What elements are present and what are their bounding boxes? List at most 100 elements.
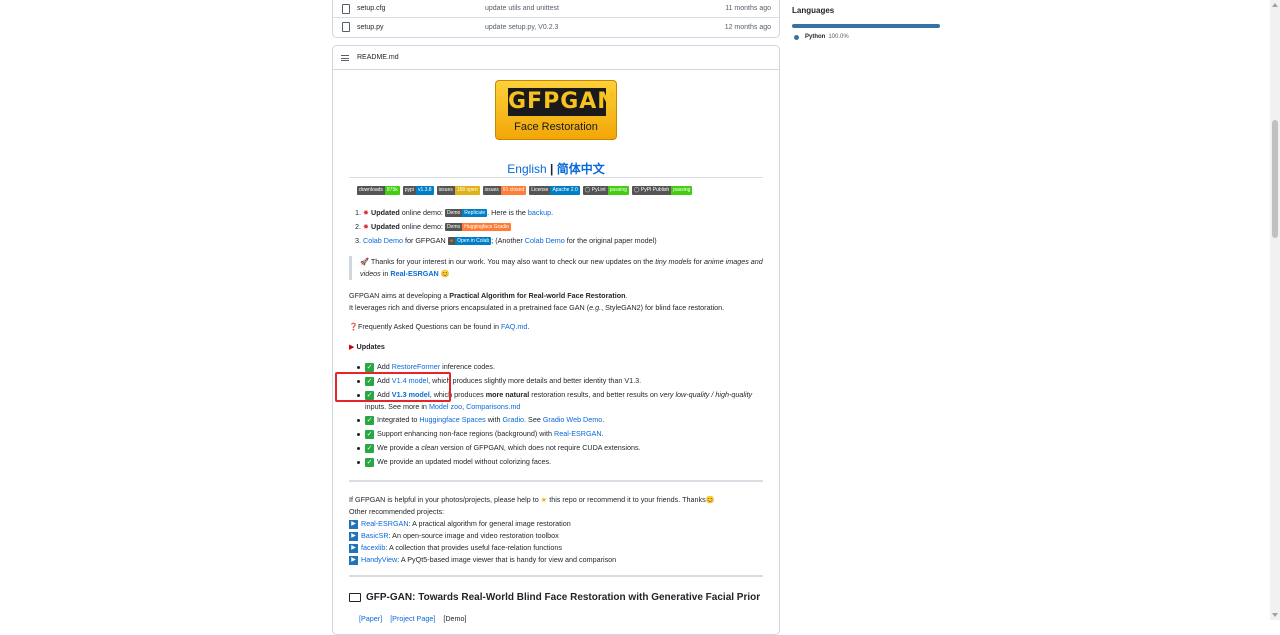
link-restoreformer[interactable]: RestoreFormer [392,362,440,371]
list-item: 2. ✸ Updated online demo: Demo Huggingfac… [355,222,511,232]
logo-main-text: GFPGAN [508,88,617,116]
link-paper[interactable]: [Paper] [359,614,382,623]
check-icon: ✓ [365,415,374,425]
link-comparisons[interactable]: Comparisons.md [466,402,520,411]
play-icon: ▶ [349,543,358,553]
link-gradio-demo[interactable]: Gradio Web Demo [543,415,602,424]
badge-demo-gradio[interactable]: Demo Huggingface Gradio [444,223,511,232]
gfpgan-logo: GFPGAN Face Restoration [495,80,617,140]
readme-filename: README.md [357,54,399,61]
paper-heading: GFP-GAN: Towards Real-World Blind Face R… [349,592,760,603]
list-item: ▶ facexlib: A collection that provides us… [349,542,769,554]
scroll-thumb[interactable] [1272,120,1278,238]
link-project[interactable]: HandyView [361,555,397,564]
play-icon: ▶ [349,519,358,529]
scroll-up-icon[interactable] [1272,3,1278,7]
list-item: ▶ Real-ESRGAN: A practical algorithm for … [349,518,769,530]
file-icon [342,22,350,32]
file-name[interactable]: setup.cfg [357,5,385,12]
link-english[interactable]: English [507,162,546,176]
file-row[interactable]: setup.py update setup.py, V0.2.3 12 mont… [333,18,779,36]
file-icon [342,4,350,14]
check-icon: ✓ [365,362,374,372]
badge-pylint[interactable]: ◯ PyLint passing [582,186,629,195]
badge-demo-replicate[interactable]: Demo Replicate [444,209,488,218]
projects-list: ▶ Real-ESRGAN: A practical algorithm for … [349,518,769,566]
flag-icon: ▶ [349,342,355,351]
file-name[interactable]: setup.py [357,24,383,31]
link-hf-spaces[interactable]: Huggingface Spaces [419,415,485,424]
badge-downloads[interactable]: downloads 875k [357,186,400,195]
python-dot-icon [794,34,799,40]
paper-links: [Paper] [Project Page] [Demo] [359,613,779,625]
list-item: ▶ BasicSR: An open-source image and video… [349,530,769,542]
play-icon: ▶ [349,555,358,565]
badge-issues-open[interactable]: issues 158 open [436,186,480,195]
boom-icon: ✸ [363,208,370,217]
list-item: 1. ✸ Updated online demo: Demo Replicate.… [355,208,554,218]
smile-icon: 😊 [440,269,450,278]
sidebar: Languages Python 100.0% [792,0,942,40]
badge-row: downloads 875k pypi v1.3.8 issues 158 open … [357,186,693,195]
link-gradio[interactable]: Gradio [502,415,524,424]
link-real-esrgan-2[interactable]: Real-ESRGAN [554,429,602,438]
link-project[interactable]: BasicSR [361,531,389,540]
divider [349,480,763,482]
languages-title: Languages [792,6,835,15]
link-project[interactable]: Real-ESRGAN [361,519,409,528]
scrollbar[interactable] [1270,0,1280,620]
highlight-box [335,372,451,402]
faq-paragraph: ❓Frequently Asked Questions can be found… [349,322,530,331]
boom-icon: ✸ [363,222,370,231]
file-row[interactable]: setup.cfg update utils and unittest 11 m… [333,0,779,18]
badge-issues-closed[interactable]: issues 91 closed [482,186,527,195]
badge-open-colab[interactable]: ∞ Open in Colab [447,237,492,246]
rocket-icon: 🚀 [360,257,369,266]
question-icon: ❓ [349,322,358,331]
list-item: ✓ Integrated to Huggingface Spaces with G… [357,413,767,427]
readme-header: README.md [333,46,779,70]
readme-panel: README.md GFPGAN Face Restoration Englis… [332,45,780,635]
commit-time: 11 months ago [725,5,771,12]
language-switch: English | 简体中文 [333,160,779,177]
scroll-down-icon[interactable] [1272,613,1278,617]
badge-pypi[interactable]: pypi v1.3.8 [402,186,434,195]
language-item[interactable]: Python 100.0% [792,34,942,40]
divider [349,177,763,178]
blockquote: 🚀 Thanks for your interest in our work. … [349,256,769,280]
link-faq[interactable]: FAQ.md [501,322,527,331]
link-project[interactable]: facexlib [361,543,385,552]
logo-sub-text: Face Restoration [514,121,598,133]
language-percent: 100.0% [828,34,849,40]
badge-pypi-publish[interactable]: ◯ PyPI Publish passing [631,186,693,195]
commit-message[interactable]: update utils and unittest [485,5,559,12]
list-item: ✓ Support enhancing non-face regions (bac… [357,427,767,441]
check-icon: ✓ [365,429,374,439]
check-icon: ✓ [365,443,374,453]
updates-heading: ▶ Updates [349,342,385,351]
link-chinese[interactable]: 简体中文 [557,162,605,176]
link-real-esrgan[interactable]: Real-ESRGAN [390,269,438,278]
demo-text: [Demo] [443,614,467,623]
file-list: setup.cfg update utils and unittest 11 m… [332,0,780,38]
commit-time: 12 months ago [724,23,771,31]
badge-license[interactable]: License Apache 2.0 [529,186,580,195]
commit-message[interactable]: update setup.py, V0.2.3 [485,24,558,31]
news-list: 1. ✸ Updated online demo: Demo Replicate.… [355,206,657,248]
check-icon: ✓ [365,457,374,467]
list-item: ✓ We provide an updated model without col… [357,455,767,469]
link-backup[interactable]: backup [528,208,551,217]
list-item: ✓ We provide a clean version of GFPGAN, w… [357,441,767,455]
link-model-zoo[interactable]: Model zoo [429,402,462,411]
link-colab-demo[interactable]: Colab Demo [363,236,403,245]
language-bar [792,24,940,28]
outline-menu-icon[interactable] [341,54,349,61]
monitor-icon [349,593,361,602]
language-name: Python [805,34,826,40]
list-item: 3. Colab Demo for GFPGAN ∞ Open in Colab;… [355,236,657,246]
link-project-page[interactable]: [Project Page] [390,614,435,623]
about-paragraph: GFPGAN aims at developing a Practical Al… [349,291,725,312]
helpful-paragraph: If GFPGAN is helpful in your photos/proj… [349,495,715,516]
language-separator: | [546,162,557,176]
link-colab-demo-2[interactable]: Colab Demo [525,236,565,245]
